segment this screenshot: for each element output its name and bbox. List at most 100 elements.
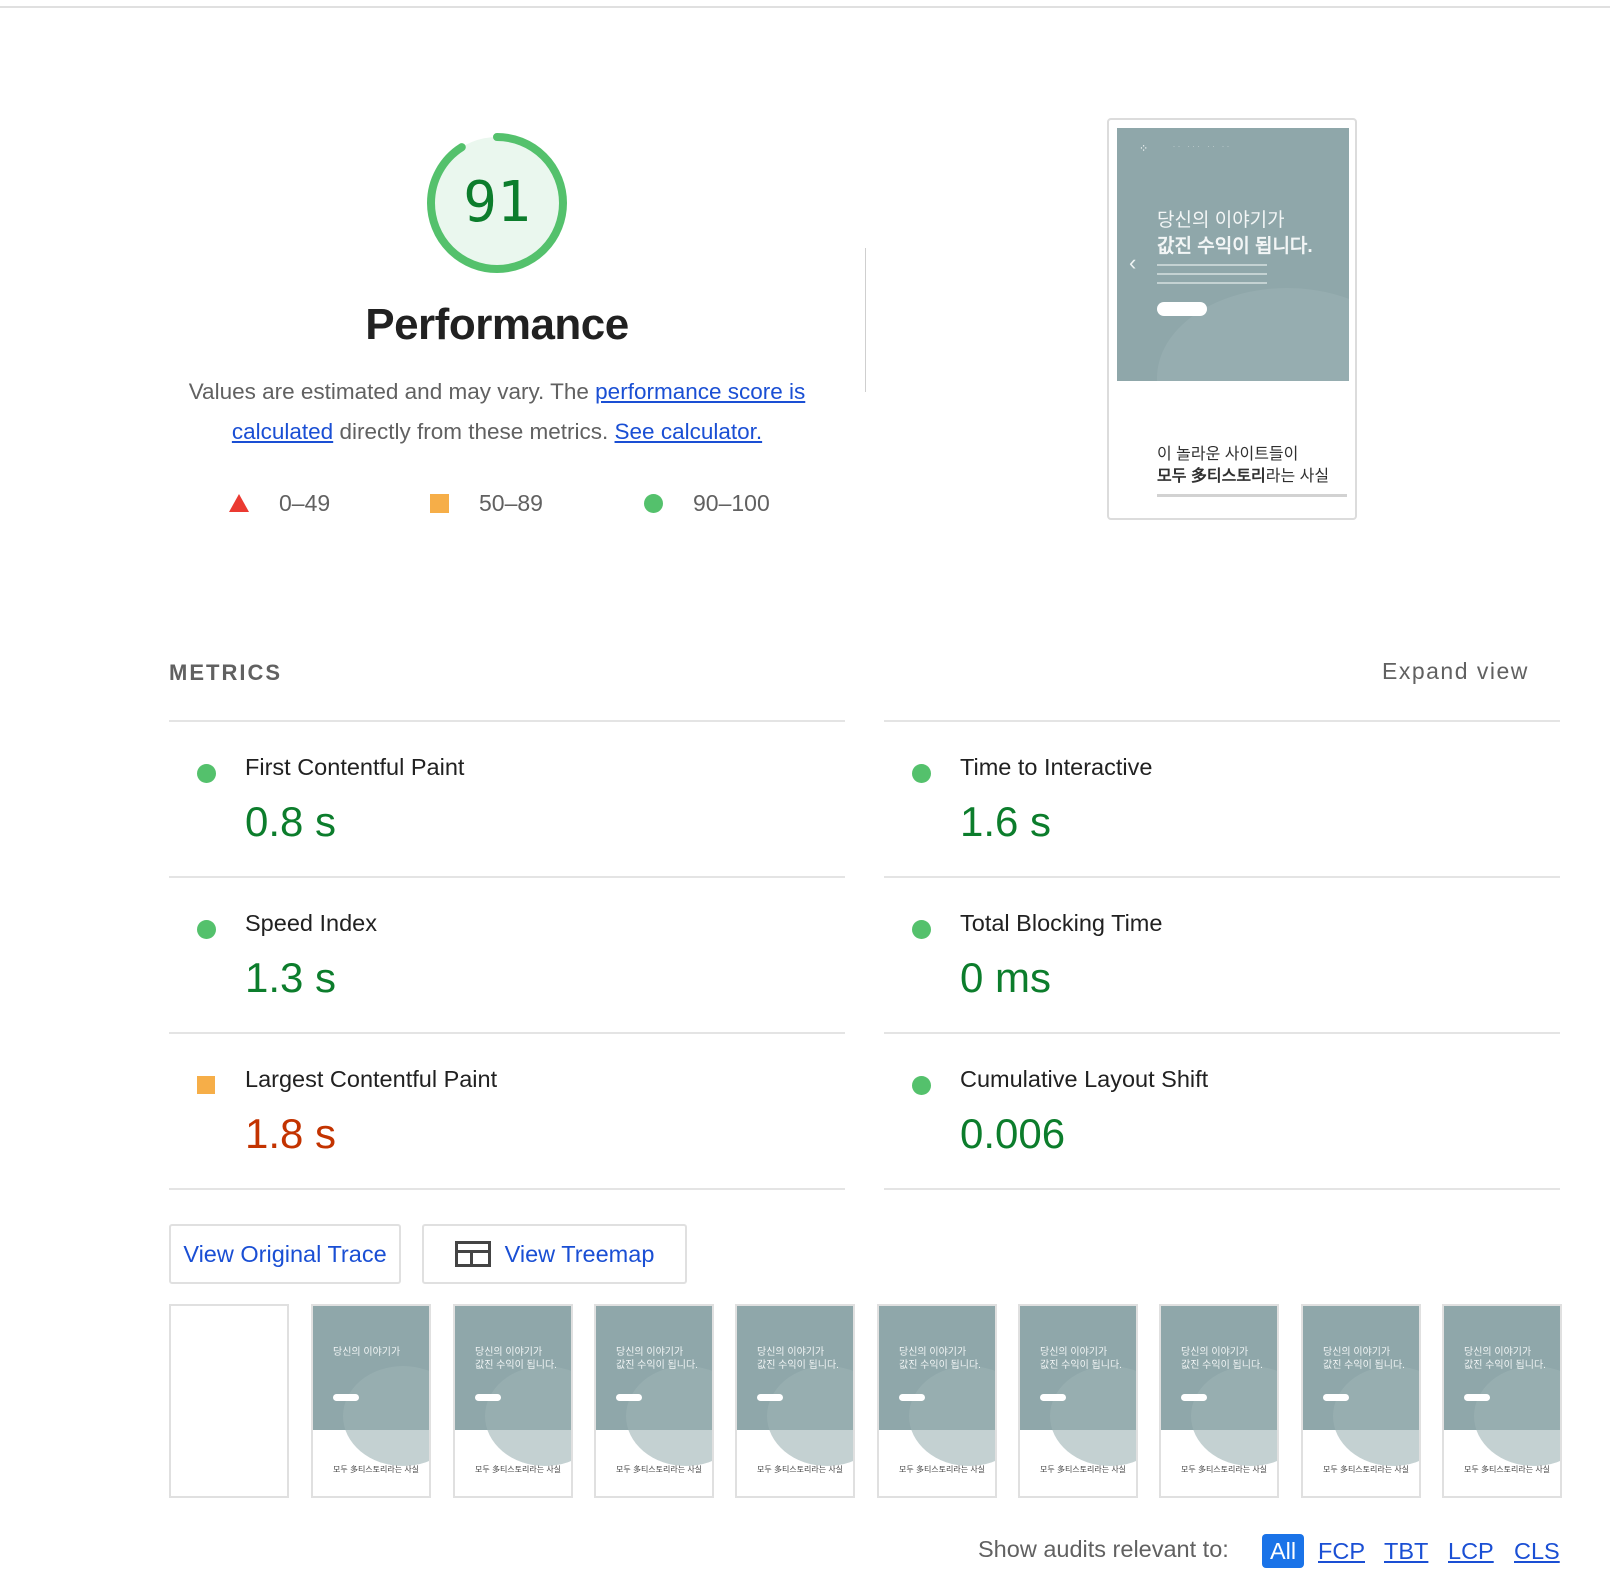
frame-line1: 당신의 이야기가 xyxy=(1323,1347,1391,1358)
filmstrip-frame: 당신의 이야기가 값진 수익이 됩니다. 모두 多티스토리라는 사실 xyxy=(1301,1304,1421,1498)
metric-value: 0.006 xyxy=(960,1110,1066,1157)
frame-line2: 값진 수익이 됩니다. xyxy=(475,1360,557,1371)
filter-fcp[interactable]: FCP xyxy=(1318,1534,1365,1568)
frame-button xyxy=(616,1394,642,1401)
treemap-icon xyxy=(454,1241,491,1267)
metric-divider xyxy=(169,1188,845,1190)
filter-all[interactable]: All xyxy=(1262,1534,1305,1568)
pass-circle-icon xyxy=(197,764,216,783)
frame-hill xyxy=(1333,1366,1419,1466)
frame-line2: 값진 수익이 됩니다. xyxy=(899,1360,981,1371)
frame-button xyxy=(333,1394,359,1401)
frame-line1: 당신의 이야기가 xyxy=(1464,1347,1532,1358)
frame-hero: 당신의 이야기가 값진 수익이 됩니다. xyxy=(1303,1306,1419,1466)
frame-hero: 당신의 이야기가값진 수익이 됩니다. xyxy=(1020,1306,1136,1466)
frame-button xyxy=(1181,1394,1207,1401)
legend-label: 50–89 xyxy=(479,489,543,516)
frame-line1: 당신의 이야기가 xyxy=(475,1347,543,1358)
metric-name: Speed Index xyxy=(245,910,377,936)
frame-button xyxy=(1040,1394,1066,1401)
triangle-icon xyxy=(229,494,249,512)
filmstrip-frame: 당신의 이야기가 값진 수익이 됩니다. 모두 多티스토리라는 사실 xyxy=(877,1304,997,1498)
filmstrip-frame: 당신의 이야기가 값진 수익이 됩니다. 모두 多티스토리라는 사실 xyxy=(1159,1304,1279,1498)
frame-line1: 당신의 이야기가 xyxy=(333,1347,401,1358)
frame-bottom-text: 모두 多티스토리라는 사실 xyxy=(333,1465,420,1474)
frame-headline: 당신의 이야기가값진 수익이 됩니다. xyxy=(475,1346,557,1372)
frame-line2: 값진 수익이 됩니다. xyxy=(1040,1360,1122,1371)
frame-line2: 값진 수익이 됩니다. xyxy=(757,1360,839,1371)
hero-headline-line1: 당신의 이야기가 xyxy=(1157,210,1285,231)
metric-total-blocking-time: Total Blocking Time 0 ms xyxy=(884,878,1560,1034)
frame-bottom-text: 모두 多티스토리라는 사실 xyxy=(1464,1465,1551,1474)
frame-headline: 당신의 이야기가 값진 수익이 됩니다. xyxy=(1323,1346,1405,1372)
final-screenshot[interactable]: ⁘ ·· ··· ·· ·· ‹ 당신의 이야기가 값진 수익이 됩니다. 이 … xyxy=(1107,118,1357,520)
expand-view-toggle[interactable]: Expand view xyxy=(1382,658,1529,685)
section-line2-bold: 모두 多티스토리 xyxy=(1157,468,1266,485)
frame-bottom-text: 모두 多티스토리라는 사실 xyxy=(757,1465,844,1474)
frame-line1: 당신의 이야기가 xyxy=(1040,1347,1108,1358)
frame-hero: 당신의 이야기가 xyxy=(313,1306,429,1466)
frame-bottom-text: 모두 多티스토리라는 사실 xyxy=(1323,1465,1410,1474)
metric-value: 0.8 s xyxy=(245,798,337,845)
metric-cumulative-layout-shift: Cumulative Layout Shift 0.006 xyxy=(884,1034,1560,1190)
metric-largest-contentful-paint: Largest Contentful Paint 1.8 s xyxy=(169,1034,845,1190)
view-original-trace-button[interactable]: View Original Trace xyxy=(169,1224,401,1284)
audits-filter-label: Show audits relevant to: xyxy=(978,1536,1229,1562)
metric-name: Largest Contentful Paint xyxy=(245,1066,498,1092)
category-title: Performance xyxy=(365,300,629,349)
frame-bottom-text: 모두 多티스토리라는 사실 xyxy=(1181,1465,1268,1474)
filmstrip-frame: 당신의 이야기가값진 수익이 됩니다. 모두 多티스토리라는 사실 xyxy=(453,1304,573,1498)
hero-headline: 당신의 이야기가 값진 수익이 됩니다. xyxy=(1157,208,1313,260)
metric-name: Total Blocking Time xyxy=(960,910,1163,936)
vertical-divider xyxy=(865,248,866,392)
frame-hero: 당신의 이야기가 값진 수익이 됩니다. xyxy=(879,1306,995,1466)
desc-text: Values are estimated and may vary. The xyxy=(188,379,596,404)
filmstrip-frame-blank xyxy=(169,1304,289,1498)
frame-bottom-text: 모두 多티스토리라는 사실 xyxy=(616,1465,703,1474)
site-logo-icon: ⁘ xyxy=(1139,143,1149,155)
frame-line1: 당신의 이야기가 xyxy=(1181,1347,1249,1358)
legend-label: 0–49 xyxy=(279,489,331,516)
frame-hero: 당신의 이야기가 값진 수익이 됩니다. xyxy=(596,1306,712,1466)
frame-headline: 당신의 이야기가 값진 수익이 됩니다. xyxy=(616,1346,698,1372)
frame-hill xyxy=(626,1366,712,1466)
legend-average: 50–89 xyxy=(430,488,543,518)
frame-hill xyxy=(1474,1366,1560,1466)
pass-circle-icon xyxy=(197,920,216,939)
category-description: Values are estimated and may vary. The p… xyxy=(162,372,832,452)
frame-hero: 당신의 이야기가값진 수익이 됩니다. xyxy=(1444,1306,1560,1466)
filmstrip-frame: 당신의 이야기가모두 多티스토리라는 사실 xyxy=(311,1304,431,1498)
frame-headline: 당신의 이야기가 값진 수익이 됩니다. xyxy=(757,1346,839,1372)
frame-hill xyxy=(767,1366,853,1466)
metric-value: 1.3 s xyxy=(245,954,337,1001)
metric-time-to-interactive: Time to Interactive 1.6 s xyxy=(884,722,1560,878)
filter-tbt[interactable]: TBT xyxy=(1384,1534,1428,1568)
metric-name: First Contentful Paint xyxy=(245,754,465,780)
average-square-icon xyxy=(197,1076,215,1094)
filter-lcp[interactable]: LCP xyxy=(1448,1534,1494,1568)
frame-button xyxy=(1464,1394,1490,1401)
chevron-left-icon: ‹ xyxy=(1129,250,1137,275)
see-calculator-link[interactable]: See calculator. xyxy=(615,419,763,444)
filter-cls[interactable]: CLS xyxy=(1514,1534,1560,1568)
pass-circle-icon xyxy=(912,1076,931,1095)
pass-circle-icon xyxy=(912,764,931,783)
site-nav: ·· ··· ·· ·· xyxy=(1173,144,1232,150)
legend-fail: 0–49 xyxy=(229,488,330,518)
top-divider xyxy=(0,6,1610,8)
frame-button xyxy=(899,1394,925,1401)
frame-line2: 값진 수익이 됩니다. xyxy=(1464,1360,1546,1371)
section-subtext xyxy=(1157,494,1347,497)
frame-button xyxy=(757,1394,783,1401)
frame-hill xyxy=(909,1366,995,1466)
metric-divider xyxy=(884,1188,1560,1190)
legend-pass: 90–100 xyxy=(644,488,770,518)
button-label: View Treemap xyxy=(504,1240,655,1267)
frame-headline: 당신의 이야기가값진 수익이 됩니다. xyxy=(1464,1346,1546,1372)
metric-value: 1.8 s xyxy=(245,1110,337,1157)
frame-hill xyxy=(1191,1366,1277,1466)
pass-circle-icon xyxy=(912,920,931,939)
frame-headline: 당신의 이야기가값진 수익이 됩니다. xyxy=(1040,1346,1122,1372)
frame-bottom-text: 모두 多티스토리라는 사실 xyxy=(475,1465,562,1474)
view-treemap-button[interactable]: View Treemap xyxy=(422,1224,687,1284)
